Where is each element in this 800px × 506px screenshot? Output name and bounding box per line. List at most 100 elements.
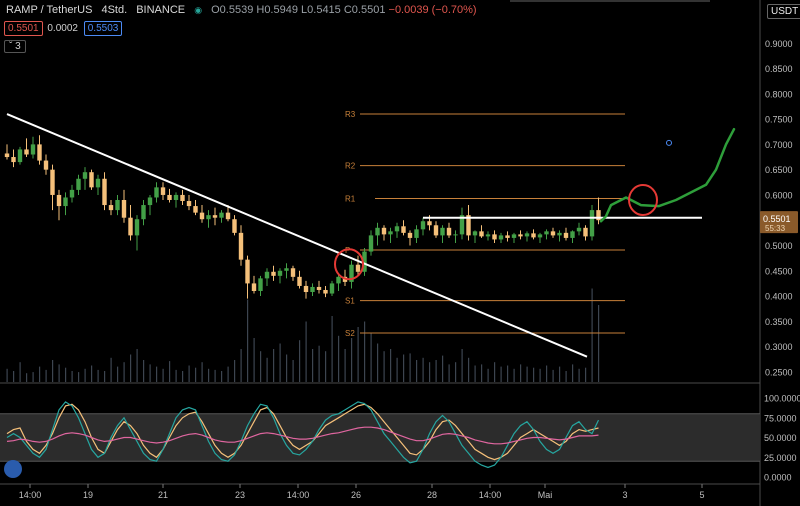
candle-body <box>531 233 536 238</box>
candle-body <box>537 234 543 238</box>
candle-body <box>147 197 153 206</box>
pivot-label-r2: R2 <box>345 162 356 171</box>
candle-body <box>69 189 75 198</box>
candle-body <box>180 194 185 202</box>
price-tick-label: 0.4000 <box>765 292 793 302</box>
candle-body <box>219 212 224 218</box>
volume-bar <box>344 349 346 382</box>
rsi-band <box>0 413 760 462</box>
volume-bar <box>429 362 431 382</box>
candle-body <box>394 226 400 232</box>
price-tick-label: 0.6000 <box>765 190 793 200</box>
candle-body <box>479 231 484 237</box>
candle-body <box>277 270 283 276</box>
volume-bar <box>32 372 34 382</box>
candle-body <box>232 219 237 233</box>
volume-bar <box>494 362 496 382</box>
rsi-tick-label: 100.0000 <box>764 394 800 404</box>
price-tick-label: 0.6500 <box>765 165 793 175</box>
target-marker <box>666 139 672 146</box>
candle-body <box>368 235 374 252</box>
interval-label[interactable]: 4Std. <box>101 4 127 16</box>
candle-body <box>199 212 205 220</box>
volume-bar <box>240 349 242 382</box>
candle-body <box>24 149 29 155</box>
time-axis[interactable]: 14:00 19 21 23 14:00 26 28 14:00 Mai 3 5 <box>19 484 705 500</box>
volume-bar <box>91 365 93 382</box>
volume-bar <box>578 368 580 382</box>
symbol-header: RAMP / TetherUS 4Std. BINANCE ◉ O0.5539 … <box>6 4 483 16</box>
chart-canvas[interactable]: R3R2R1PS1S2 0.90000.85000.80000.75000.70… <box>0 0 800 506</box>
rsi-axis[interactable]: 100.0000 75.0000 50.0000 25.0000 0.0000 <box>764 394 800 483</box>
rsi-tick-label: 75.0000 <box>764 413 797 423</box>
volume-bar <box>182 371 184 382</box>
volume-bar <box>65 367 67 382</box>
time-tick-label: 5 <box>699 490 704 500</box>
candle-body <box>381 227 387 235</box>
pivot-label-s1: S1 <box>345 297 355 306</box>
candle-body <box>134 219 140 236</box>
candle-body <box>30 144 36 155</box>
candle-body <box>50 169 55 195</box>
buy-button[interactable]: 0.5503 <box>83 21 123 36</box>
time-tick-label: 14:00 <box>287 490 310 500</box>
price-tick-label: 0.8500 <box>765 64 793 74</box>
volume-bar <box>403 354 405 382</box>
candle-body <box>492 234 497 240</box>
volume-bar <box>416 360 418 382</box>
price-tick-label: 0.7500 <box>765 115 793 125</box>
volume-bar <box>136 349 138 382</box>
volume-bar <box>481 364 483 382</box>
candle-body <box>258 278 263 291</box>
symbol-name[interactable]: RAMP / TetherUS <box>6 4 92 16</box>
tradingview-logo-icon <box>4 460 22 478</box>
candle-body <box>160 187 166 195</box>
candle-body <box>63 197 68 207</box>
volume-bar <box>292 360 294 382</box>
volume-bar <box>572 364 574 382</box>
volume-bar <box>357 327 359 382</box>
indicator-collapse-button[interactable]: ˇ 3 <box>4 40 26 53</box>
volume-bar <box>598 305 600 382</box>
candle-body <box>576 227 582 232</box>
candle-body <box>173 194 179 200</box>
volume-bar <box>260 351 262 382</box>
candle-body <box>511 234 517 238</box>
candle-body <box>440 227 445 236</box>
candle-body <box>245 259 250 284</box>
candle-body <box>407 232 413 238</box>
currency-selector[interactable]: USDT <box>767 4 800 19</box>
rsi-tick-label: 25.0000 <box>764 453 797 463</box>
candle-body <box>589 210 595 237</box>
volume-bar <box>513 368 515 382</box>
price-tick-label: 0.3500 <box>765 317 793 327</box>
candle-body <box>401 226 406 233</box>
candle-body <box>375 227 380 236</box>
volume-bar <box>338 335 340 382</box>
volume-bar <box>234 360 236 382</box>
volume-bar <box>520 364 522 382</box>
volume-bar <box>175 369 177 382</box>
open-value: O0.5539 <box>211 4 254 16</box>
volume-bar <box>130 354 132 382</box>
candle-body <box>505 235 510 238</box>
price-tick-label: 0.2500 <box>765 367 793 377</box>
candle-body <box>336 276 341 284</box>
candle-body <box>56 194 62 207</box>
candle-body <box>108 205 114 211</box>
volume-bar <box>500 366 502 382</box>
price-tick-label: 0.9000 <box>765 39 793 49</box>
volume-bar <box>97 369 99 382</box>
volume-bar <box>19 362 21 382</box>
candle-body <box>89 172 94 188</box>
volume-bar <box>552 369 554 382</box>
sell-button[interactable]: 0.5501 <box>4 21 43 36</box>
volume-bar <box>195 367 197 382</box>
candle-body <box>557 232 562 236</box>
volume-bar <box>286 354 288 382</box>
volume-bar <box>390 349 392 382</box>
volume-bar <box>214 369 216 382</box>
candle-body <box>290 268 296 277</box>
price-axis[interactable]: 0.9000 0.8500 0.8000 0.7500 0.7000 0.6500 0.60… <box>760 39 798 378</box>
candle-body <box>193 206 198 213</box>
